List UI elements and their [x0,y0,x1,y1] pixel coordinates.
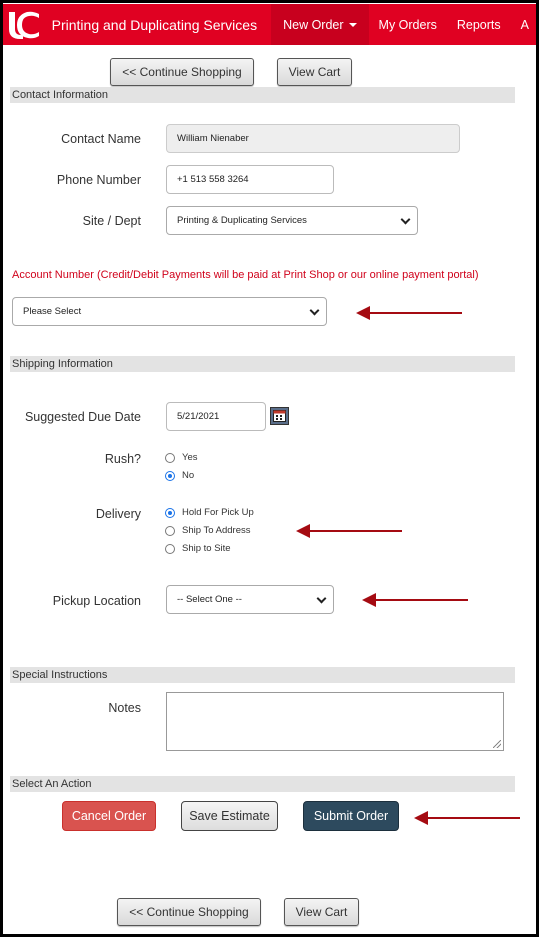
account-number-label: Account Number (Credit/Debit Payments wi… [12,269,479,281]
annotation-arrow-icon [296,524,402,538]
contact-name-field[interactable]: William Nienaber [166,124,460,153]
radio-button-checked-icon[interactable] [165,470,175,481]
phone-number-label: Phone Number [56,173,141,187]
continue-shopping-button-bottom[interactable]: << Continue Shopping [117,898,261,926]
delivery-option-ship-address[interactable]: Ship To Address [165,525,250,536]
nav-my-orders[interactable]: My Orders [369,4,447,45]
cancel-order-button[interactable]: Cancel Order [62,801,156,831]
delivery-label: Delivery [95,507,141,521]
uc-logo-icon[interactable] [5,4,44,45]
delivery-pickup-label: Hold For Pick Up [182,507,254,518]
delivery-option-pickup[interactable]: Hold For Pick Up [165,507,254,518]
nav-new-order[interactable]: New Order [271,4,369,45]
continue-shopping-button-top[interactable]: << Continue Shopping [110,58,254,86]
rush-label: Rush? [104,452,141,466]
rush-no-label: No [182,470,195,481]
chevron-down-icon [400,214,411,225]
annotation-arrow-icon [414,811,520,825]
chevron-down-icon [309,305,320,316]
radio-button-icon[interactable] [165,452,175,463]
site-dept-value: Printing & Duplicating Services [177,215,307,226]
nav-more[interactable]: A [511,4,539,45]
contact-name-label: Contact Name [61,132,141,146]
rush-option-yes[interactable]: Yes [165,452,198,463]
resize-handle-icon[interactable] [493,740,501,748]
pickup-location-value: -- Select One -- [177,594,242,605]
delivery-ship-address-label: Ship To Address [182,525,251,536]
top-navbar: Printing and Duplicating Services New Or… [3,4,539,45]
site-dept-select[interactable]: Printing & Duplicating Services [166,206,418,235]
special-instructions-header: Special Instructions [10,667,515,683]
annotation-arrow-icon [362,593,468,607]
save-estimate-button[interactable]: Save Estimate [181,801,278,831]
delivery-ship-site-label: Ship to Site [182,543,231,554]
brand-title[interactable]: Printing and Duplicating Services [52,17,257,33]
due-date-label: Suggested Due Date [24,410,141,424]
pickup-location-label: Pickup Location [52,594,141,608]
nav-reports[interactable]: Reports [447,4,511,45]
radio-button-icon[interactable] [165,543,175,554]
contact-section-header: Contact Information [10,87,515,103]
site-dept-label: Site / Dept [82,214,141,228]
calendar-icon[interactable] [270,407,289,425]
phone-number-field[interactable]: +1 513 558 3264 [166,165,334,194]
pickup-location-select[interactable]: -- Select One -- [166,585,334,614]
nav-new-order-label: New Order [283,17,344,32]
due-date-field[interactable]: 5/21/2021 [166,402,266,431]
notes-label: Notes [108,701,141,715]
account-number-value: Please Select [23,306,82,317]
notes-textarea[interactable] [166,692,504,751]
rush-yes-label: Yes [182,452,198,463]
rush-option-no[interactable]: No [165,470,194,481]
caret-down-icon [348,22,357,27]
submit-order-button[interactable]: Submit Order [303,801,399,831]
view-cart-button-top[interactable]: View Cart [277,58,352,86]
radio-button-icon[interactable] [165,525,175,536]
select-action-header: Select An Action [10,776,515,792]
delivery-option-ship-site[interactable]: Ship to Site [165,543,231,554]
radio-button-checked-icon[interactable] [165,507,175,518]
view-cart-button-bottom[interactable]: View Cart [284,898,359,926]
shipping-section-header: Shipping Information [10,356,515,372]
account-number-select[interactable]: Please Select [12,297,327,326]
chevron-down-icon [316,593,327,604]
annotation-arrow-icon [356,306,462,320]
